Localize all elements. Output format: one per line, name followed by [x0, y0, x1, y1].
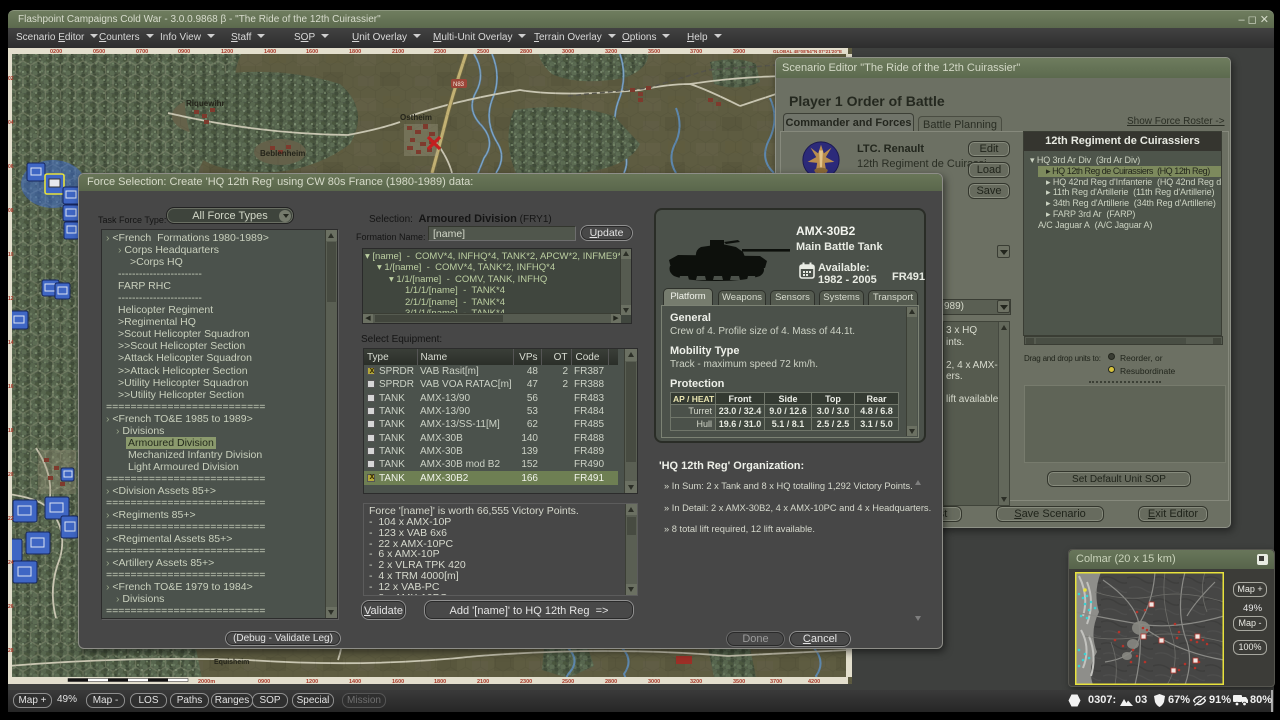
svg-text:0900: 0900: [178, 49, 190, 55]
svg-text:3000: 3000: [648, 679, 660, 684]
svg-text:12: 12: [8, 296, 14, 302]
svg-text:0900: 0900: [258, 679, 270, 684]
svg-text:1200: 1200: [306, 679, 318, 684]
svg-text:1600: 1600: [392, 679, 404, 684]
svg-text:22: 22: [8, 516, 14, 522]
svg-text:2100: 2100: [392, 49, 404, 55]
svg-text:28: 28: [8, 648, 14, 654]
svg-text:1600: 1600: [306, 49, 318, 55]
svg-text:10: 10: [8, 252, 14, 258]
svg-text:0700: 0700: [136, 49, 148, 55]
svg-text:14: 14: [8, 340, 14, 346]
svg-text:3000: 3000: [562, 49, 574, 55]
svg-text:3200: 3200: [690, 679, 702, 684]
svg-text:Ostheim: Ostheim: [400, 113, 432, 122]
svg-text:3200: 3200: [605, 49, 617, 55]
svg-text:1400: 1400: [264, 49, 276, 55]
svg-text:3900: 3900: [733, 49, 745, 55]
svg-text:2300: 2300: [434, 49, 446, 55]
svg-text:26: 26: [8, 604, 14, 610]
svg-text:3700: 3700: [690, 49, 702, 55]
svg-text:2800: 2800: [520, 49, 532, 55]
svg-text:2300: 2300: [520, 679, 532, 684]
svg-text:2800: 2800: [605, 679, 617, 684]
svg-text:02: 02: [8, 76, 14, 82]
svg-text:2000m: 2000m: [198, 679, 215, 684]
svg-text:24: 24: [8, 560, 14, 566]
svg-text:1200: 1200: [221, 49, 233, 55]
svg-text:GLOBAL 48°08'54"N 07°21'20"E: GLOBAL 48°08'54"N 07°21'20"E: [773, 49, 842, 54]
svg-text:20: 20: [8, 472, 14, 478]
svg-text:08: 08: [8, 208, 14, 214]
svg-text:0200: 0200: [50, 49, 62, 55]
svg-text:3500: 3500: [733, 679, 745, 684]
svg-text:Beblenheim: Beblenheim: [260, 149, 305, 158]
svg-text:1400: 1400: [349, 679, 361, 684]
svg-text:1800: 1800: [349, 49, 361, 55]
svg-text:Equisheim: Equisheim: [214, 659, 249, 666]
svg-text:Riquewihr: Riquewihr: [186, 99, 225, 108]
svg-text:4200: 4200: [808, 679, 820, 684]
svg-text:16: 16: [8, 384, 14, 390]
svg-text:2100: 2100: [477, 679, 489, 684]
svg-text:18: 18: [8, 428, 14, 434]
svg-text:2500: 2500: [477, 49, 489, 55]
svg-text:1800: 1800: [434, 679, 446, 684]
svg-text:2500: 2500: [562, 679, 574, 684]
svg-text:3700: 3700: [770, 679, 782, 684]
svg-text:0500: 0500: [93, 49, 105, 55]
svg-text:06: 06: [8, 164, 14, 170]
svg-text:04: 04: [8, 120, 14, 126]
svg-text:3500: 3500: [648, 49, 660, 55]
